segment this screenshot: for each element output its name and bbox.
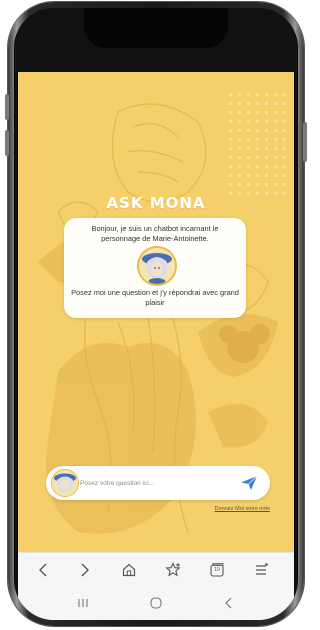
question-input[interactable] (80, 475, 230, 491)
send-icon[interactable] (240, 475, 258, 491)
back-chevron-icon[interactable] (218, 594, 240, 612)
greeting-text: Bonjour, je suis un chatbot incarnant le… (91, 224, 219, 243)
recents-icon[interactable] (72, 594, 94, 612)
question-input-bar (46, 466, 270, 500)
chatbot-message-card: Bonjour, je suis un chatbot incarnant le… (64, 218, 246, 318)
volume-down-button (5, 130, 9, 156)
phone-frame: ASK MONA Bonjour, je suis un chatbot inc… (5, 2, 307, 626)
decorative-dots (226, 90, 286, 200)
system-navigation-bar (18, 586, 294, 620)
tabs-count: 19 (214, 567, 220, 573)
app-title: ASK MONA (106, 194, 206, 212)
menu-icon[interactable] (250, 559, 272, 581)
phone-bezel: ASK MONA Bonjour, je suis un chatbot inc… (14, 8, 298, 620)
tabs-icon[interactable]: 19 (206, 559, 228, 581)
invite-question-text: Posez moi une question et j'y répondrai … (71, 288, 239, 307)
power-button (303, 122, 307, 162)
chatbot-avatar (137, 246, 177, 286)
app-screen: ASK MONA Bonjour, je suis un chatbot inc… (18, 72, 294, 620)
user-chat-avatar (51, 469, 79, 497)
browser-toolbar: 19 (18, 552, 294, 587)
home-icon[interactable] (118, 559, 140, 581)
forward-icon[interactable] (74, 559, 96, 581)
back-icon[interactable] (32, 559, 54, 581)
favorite-add-icon[interactable] (162, 559, 184, 581)
volume-up-button (5, 94, 9, 120)
status-area (14, 8, 298, 72)
home-circle-icon[interactable] (145, 594, 167, 612)
camera-notch (84, 8, 228, 48)
rating-link[interactable]: Donnez Moi votre note (215, 506, 270, 512)
